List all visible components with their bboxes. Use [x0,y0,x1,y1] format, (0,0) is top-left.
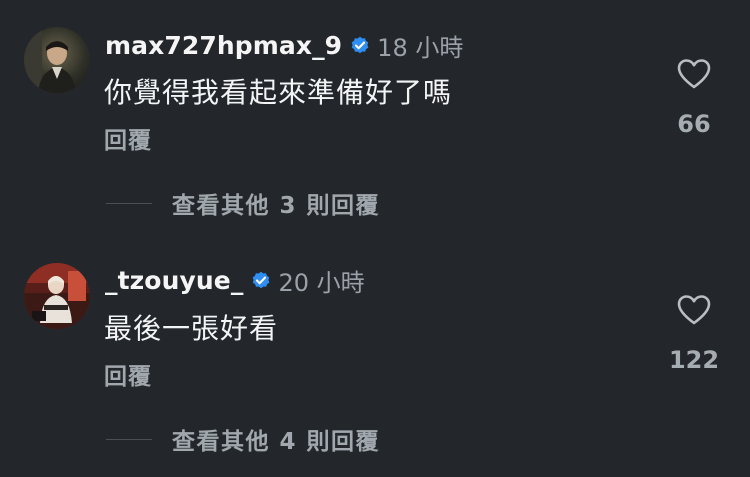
comment-text: 最後一張好看 [104,312,279,345]
username[interactable]: _tzouyue_ [105,266,243,295]
comment-header: max727hpmax_9 18 小時 [105,29,464,62]
avatar[interactable] [24,27,90,93]
view-more-replies-button[interactable]: 查看其他 4 則回覆 [106,422,380,456]
view-more-replies-button[interactable]: 查看其他 3 則回覆 [106,186,380,220]
comment-text: 你覺得我看起來準備好了嗎 [104,76,453,109]
comment-time: 18 小時 [377,33,464,62]
verified-badge-icon [349,34,371,56]
view-more-replies-label: 查看其他 3 則回覆 [172,193,381,219]
like-control: 66 [664,58,724,138]
heart-icon[interactable] [677,294,711,326]
avatar-photo [24,263,90,329]
like-count: 66 [677,110,711,138]
reply-button[interactable]: 回覆 [104,121,152,155]
like-control: 122 [664,294,724,374]
view-more-replies-label: 查看其他 4 則回覆 [172,429,381,455]
avatar[interactable] [24,263,90,329]
avatar-photo [24,27,90,93]
divider-line [106,438,152,440]
username[interactable]: max727hpmax_9 [105,31,342,60]
reply-button[interactable]: 回覆 [104,357,152,391]
comment-header: _tzouyue_ 20 小時 [105,264,365,297]
verified-badge-icon [250,269,272,291]
heart-icon[interactable] [677,58,711,90]
like-count: 122 [668,346,720,374]
divider-line [106,202,152,204]
comment-time: 20 小時 [278,268,365,297]
